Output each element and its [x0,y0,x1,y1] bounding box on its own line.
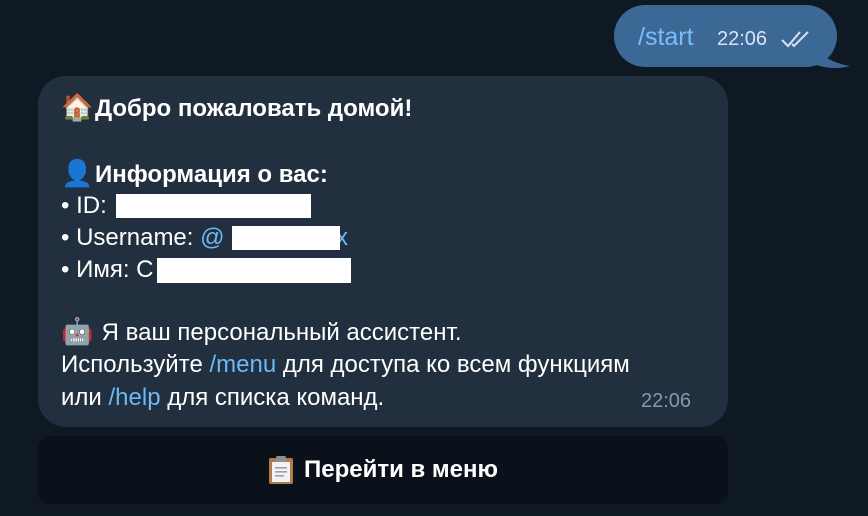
username-prefix[interactable]: @ [200,224,224,251]
use-prefix: Используйте [61,351,203,378]
or-prefix: или [61,384,102,411]
name-line: • Имя: С [61,255,153,285]
id-line: • ID: [61,191,107,221]
redacted-username [232,226,340,250]
username-label: • Username: [61,224,194,251]
info-title-line: 👤Информация о вас: [61,158,328,190]
redacted-name [157,258,351,283]
help-command-link[interactable]: /help [109,384,161,411]
menu-command-link[interactable]: /menu [209,351,276,378]
go-to-menu-button[interactable]: Перейти в меню [38,436,728,504]
menu-line: Используйте /menu для доступа ко всем фу… [61,350,630,380]
house-icon: 🏠 [61,92,94,122]
name-label: • Имя: С [61,256,154,283]
incoming-message-time: 22:06 [641,390,692,412]
info-title: Информация о вас: [95,161,328,188]
redacted-id [116,194,311,218]
welcome-text: Добро пожаловать домой! [95,95,413,122]
username-line: • Username: @ [61,223,225,253]
clipboard-icon [268,456,293,484]
assistant-line: 🤖 Я ваш персональный ассистент. [61,316,462,348]
assistant-text: Я ваш персональный ассистент. [101,319,462,346]
help-line: или /help для списка команд. [61,383,384,413]
user-icon: 👤 [61,158,94,188]
outgoing-message-time: 22:06 [717,28,768,50]
use-suffix: для доступа ко всем функциям [282,351,630,378]
welcome-line: 🏠Добро пожаловать домой! [61,92,412,124]
outgoing-command-text[interactable]: /start [638,22,694,52]
chat-area: /start 22:06 🏠Добро пожаловать домой! 👤И… [0,0,868,516]
id-label: • ID: [61,192,107,219]
or-suffix: для списка команд. [167,384,385,411]
double-check-icon [781,31,809,48]
robot-icon: 🤖 [61,316,94,346]
go-to-menu-label: Перейти в меню [303,456,499,483]
